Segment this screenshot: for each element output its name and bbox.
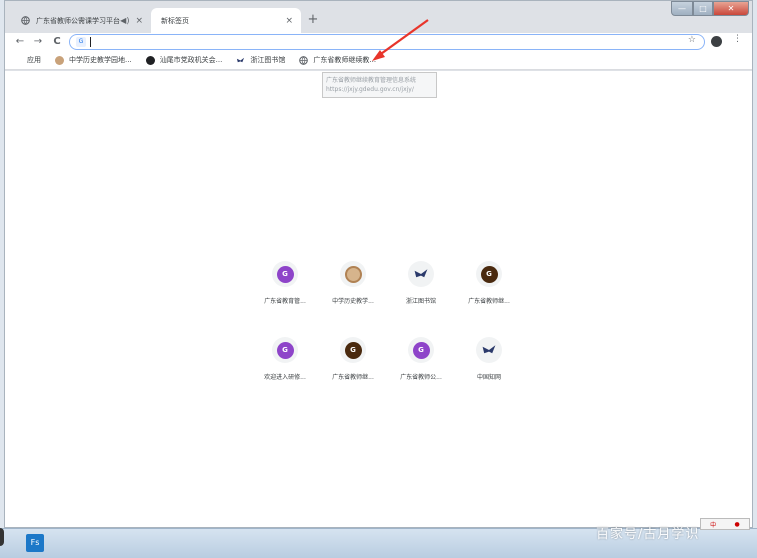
bookmark-label: 广东省教师继续教... (313, 56, 377, 64)
g-letter-icon: G (276, 265, 294, 283)
shortcut-icon-bg (476, 337, 502, 363)
reload-button[interactable]: C (50, 35, 64, 49)
search-engine-icon: G (76, 37, 86, 47)
shortcut-tile[interactable]: G 广东省教师继... (323, 337, 383, 397)
tooltip-url: https://jxjy.gdedu.gov.cn/jxjy/ (326, 86, 414, 93)
black-circle-icon (145, 55, 155, 65)
tab-title: 新标签页 (161, 16, 189, 25)
shortcut-label: 欢迎进入研修... (264, 374, 306, 381)
g-letter-icon: G (412, 341, 430, 359)
history-site-icon (55, 55, 64, 65)
bookmark-label: 应用 (27, 56, 41, 64)
globe-icon (299, 55, 309, 65)
tab-close-icon[interactable]: × (135, 16, 143, 26)
bookmark-tooltip: 广东省教师继续教育管理信息系统 https://jxjy.gdedu.gov.c… (322, 72, 437, 98)
g-letter-icon: G (480, 265, 498, 283)
tooltip-title: 广东省教师继续教育管理信息系统 (326, 77, 417, 84)
history-site-icon (344, 265, 362, 283)
bookmark-history-site[interactable]: 中学历史教学园地... (55, 55, 132, 65)
address-bar[interactable]: G ☆ (69, 34, 705, 50)
shortcut-icon-bg (408, 261, 434, 287)
new-tab-page: G 广东省教育管... 中学历史教学... 浙江图书馆 G 广东省教师继... … (5, 71, 752, 527)
window-controls: — □ ✕ (671, 1, 749, 17)
menu-icon[interactable]: ⋮ (733, 34, 742, 44)
taskbar-edge (0, 528, 4, 546)
star-icon[interactable]: ☆ (688, 35, 696, 45)
shortcut-tile[interactable]: G 广东省教师继... (459, 261, 519, 321)
ime-icon: 中 (710, 521, 717, 529)
apps-grid-icon (13, 56, 22, 65)
shortcut-icon-bg: G (272, 261, 298, 287)
tab-gd-teacher-platform[interactable]: 广东省教师公需课学习平台 ◀︎) × (11, 8, 151, 33)
text-caret (90, 37, 91, 47)
forward-button[interactable]: → (31, 35, 45, 49)
bookmark-apps[interactable]: 应用 (13, 55, 41, 65)
tray-dot-icon: ● (734, 520, 740, 528)
shortcut-icon-bg (340, 261, 366, 287)
title-bar: 广东省教师公需课学习平台 ◀︎) × 新标签页 × + — □ ✕ (5, 1, 752, 33)
tab-title: 广东省教师公需课学习平台 (36, 16, 120, 25)
back-button[interactable]: ← (13, 35, 27, 49)
shortcut-icon-bg: G (476, 261, 502, 287)
system-tray[interactable]: 中 ● (700, 518, 750, 530)
globe-icon (21, 16, 30, 25)
shortcut-tile[interactable]: G 欢迎进入研修... (255, 337, 315, 397)
minimize-button[interactable]: — (671, 1, 693, 16)
new-tab-button[interactable]: + (305, 12, 321, 28)
speaker-icon[interactable]: ◀︎) (120, 16, 129, 25)
bookmark-label: 汕尾市党政机关会... (159, 56, 223, 64)
g-letter-icon: G (276, 341, 294, 359)
cnki-icon (482, 345, 496, 354)
watermark-text: 百家号/古月学识 (596, 527, 700, 542)
bookmark-label: 中学历史教学园地... (69, 56, 132, 64)
library-icon (414, 269, 428, 278)
profile-avatar-icon[interactable] (711, 36, 722, 47)
shortcut-label: 广东省教师继... (468, 298, 510, 305)
shortcut-label: 广东省教育管... (264, 298, 306, 305)
toolbar: ← → C G ☆ ⋮ (5, 33, 752, 51)
library-icon (236, 56, 245, 65)
shortcut-tile[interactable]: 中学历史教学... (323, 261, 383, 321)
shortcut-tile[interactable]: 中国知网 (459, 337, 519, 397)
bookmark-zhejiang-library[interactable]: 浙江图书馆 (236, 55, 285, 65)
bookmark-gd-continuing-edu[interactable]: 广东省教师继续教... (299, 55, 376, 65)
shortcut-icon-bg: G (272, 337, 298, 363)
shortcut-label: 广东省教师公... (400, 374, 442, 381)
tab-new-tab[interactable]: 新标签页 × (151, 8, 301, 33)
close-window-button[interactable]: ✕ (713, 1, 749, 16)
shortcut-icon-bg: G (408, 337, 434, 363)
tab-close-icon[interactable]: × (285, 16, 293, 26)
shortcut-label: 中学历史教学... (332, 298, 374, 305)
shortcut-tile[interactable]: 浙江图书馆 (391, 261, 451, 321)
shortcut-label: 浙江图书馆 (405, 298, 436, 305)
shortcut-tile[interactable]: G 广东省教师公... (391, 337, 451, 397)
shortcut-icon-bg: G (340, 337, 366, 363)
g-letter-icon: G (344, 341, 362, 359)
bookmark-label: 浙江图书馆 (250, 56, 286, 64)
shortcut-label: 中国知网 (476, 374, 501, 381)
maximize-button[interactable]: □ (693, 1, 713, 16)
bookmarks-bar: 应用 中学历史教学园地... 汕尾市党政机关会... 浙江图书馆 广东省教师继续… (5, 51, 752, 70)
shortcut-tile[interactable]: G 广东省教育管... (255, 261, 315, 321)
fs-app-icon[interactable]: Fs (26, 534, 44, 552)
shortcut-label: 广东省教师继... (332, 374, 374, 381)
bookmark-shanwei[interactable]: 汕尾市党政机关会... (145, 55, 223, 65)
